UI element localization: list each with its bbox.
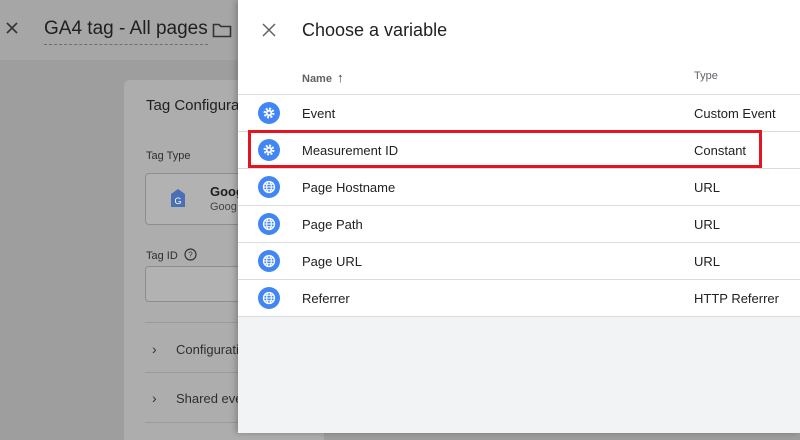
- close-icon[interactable]: [262, 23, 276, 37]
- google-tag-icon: G: [171, 189, 185, 207]
- variable-name: Page Path: [302, 217, 363, 232]
- globe-icon: [258, 250, 280, 272]
- variable-row-page-url[interactable]: Page URL URL: [238, 243, 800, 280]
- variable-type: Constant: [694, 143, 747, 158]
- svg-text:?: ?: [188, 251, 193, 260]
- variable-type: HTTP Referrer: [694, 291, 779, 306]
- gear-icon: [258, 139, 280, 161]
- choose-variable-drawer: Choose a variable Name ↑ Type Event Custo…: [238, 0, 800, 433]
- variable-name: Event: [302, 106, 336, 121]
- card-title: Tag Configura: [146, 97, 240, 114]
- variable-row-page-path[interactable]: Page Path URL: [238, 206, 800, 243]
- svg-text:G: G: [174, 196, 181, 206]
- variable-name: Page Hostname: [302, 180, 396, 195]
- drawer-header: Choose a variable: [238, 0, 800, 60]
- variable-row-referrer[interactable]: Referrer HTTP Referrer: [238, 280, 800, 317]
- help-icon[interactable]: ?: [184, 248, 197, 261]
- tag-type-subtitle: Goog: [210, 201, 237, 213]
- sort-ascending-icon: ↑: [336, 70, 344, 85]
- name-column-header[interactable]: Name ↑: [302, 70, 343, 85]
- drawer-title: Choose a variable: [302, 20, 448, 40]
- configuration-settings-row[interactable]: › Configurati: [152, 341, 239, 357]
- variable-row-page-hostname[interactable]: Page Hostname URL: [238, 169, 800, 206]
- tag-id-label: Tag ID: [146, 250, 178, 262]
- tag-type-label: Tag Type: [146, 150, 191, 162]
- chevron-right-icon: ›: [152, 341, 157, 357]
- chevron-right-icon: ›: [152, 390, 157, 406]
- variable-name: Page URL: [302, 254, 362, 269]
- globe-icon: [258, 287, 280, 309]
- variable-name: Referrer: [302, 291, 350, 306]
- table-header: Name ↑ Type: [238, 60, 800, 95]
- tag-name-title[interactable]: GA4 tag - All pages: [44, 18, 208, 45]
- variable-type: URL: [694, 254, 721, 269]
- variable-type: URL: [694, 217, 721, 232]
- variable-type: URL: [694, 180, 721, 195]
- folder-icon[interactable]: [212, 22, 232, 38]
- variables-table: Name ↑ Type Event Custom Event Measuremen…: [238, 60, 800, 317]
- variable-type: Custom Event: [694, 106, 776, 121]
- globe-icon: [258, 213, 280, 235]
- globe-icon: [258, 176, 280, 198]
- shared-event-settings-row[interactable]: › Shared eve: [152, 390, 243, 406]
- gear-icon: [258, 102, 280, 124]
- variable-row-event[interactable]: Event Custom Event: [238, 95, 800, 132]
- close-icon[interactable]: [4, 20, 20, 36]
- type-column-header[interactable]: Type: [694, 70, 718, 82]
- variable-row-measurement-id[interactable]: Measurement ID Constant: [238, 132, 800, 169]
- variable-name: Measurement ID: [302, 143, 399, 158]
